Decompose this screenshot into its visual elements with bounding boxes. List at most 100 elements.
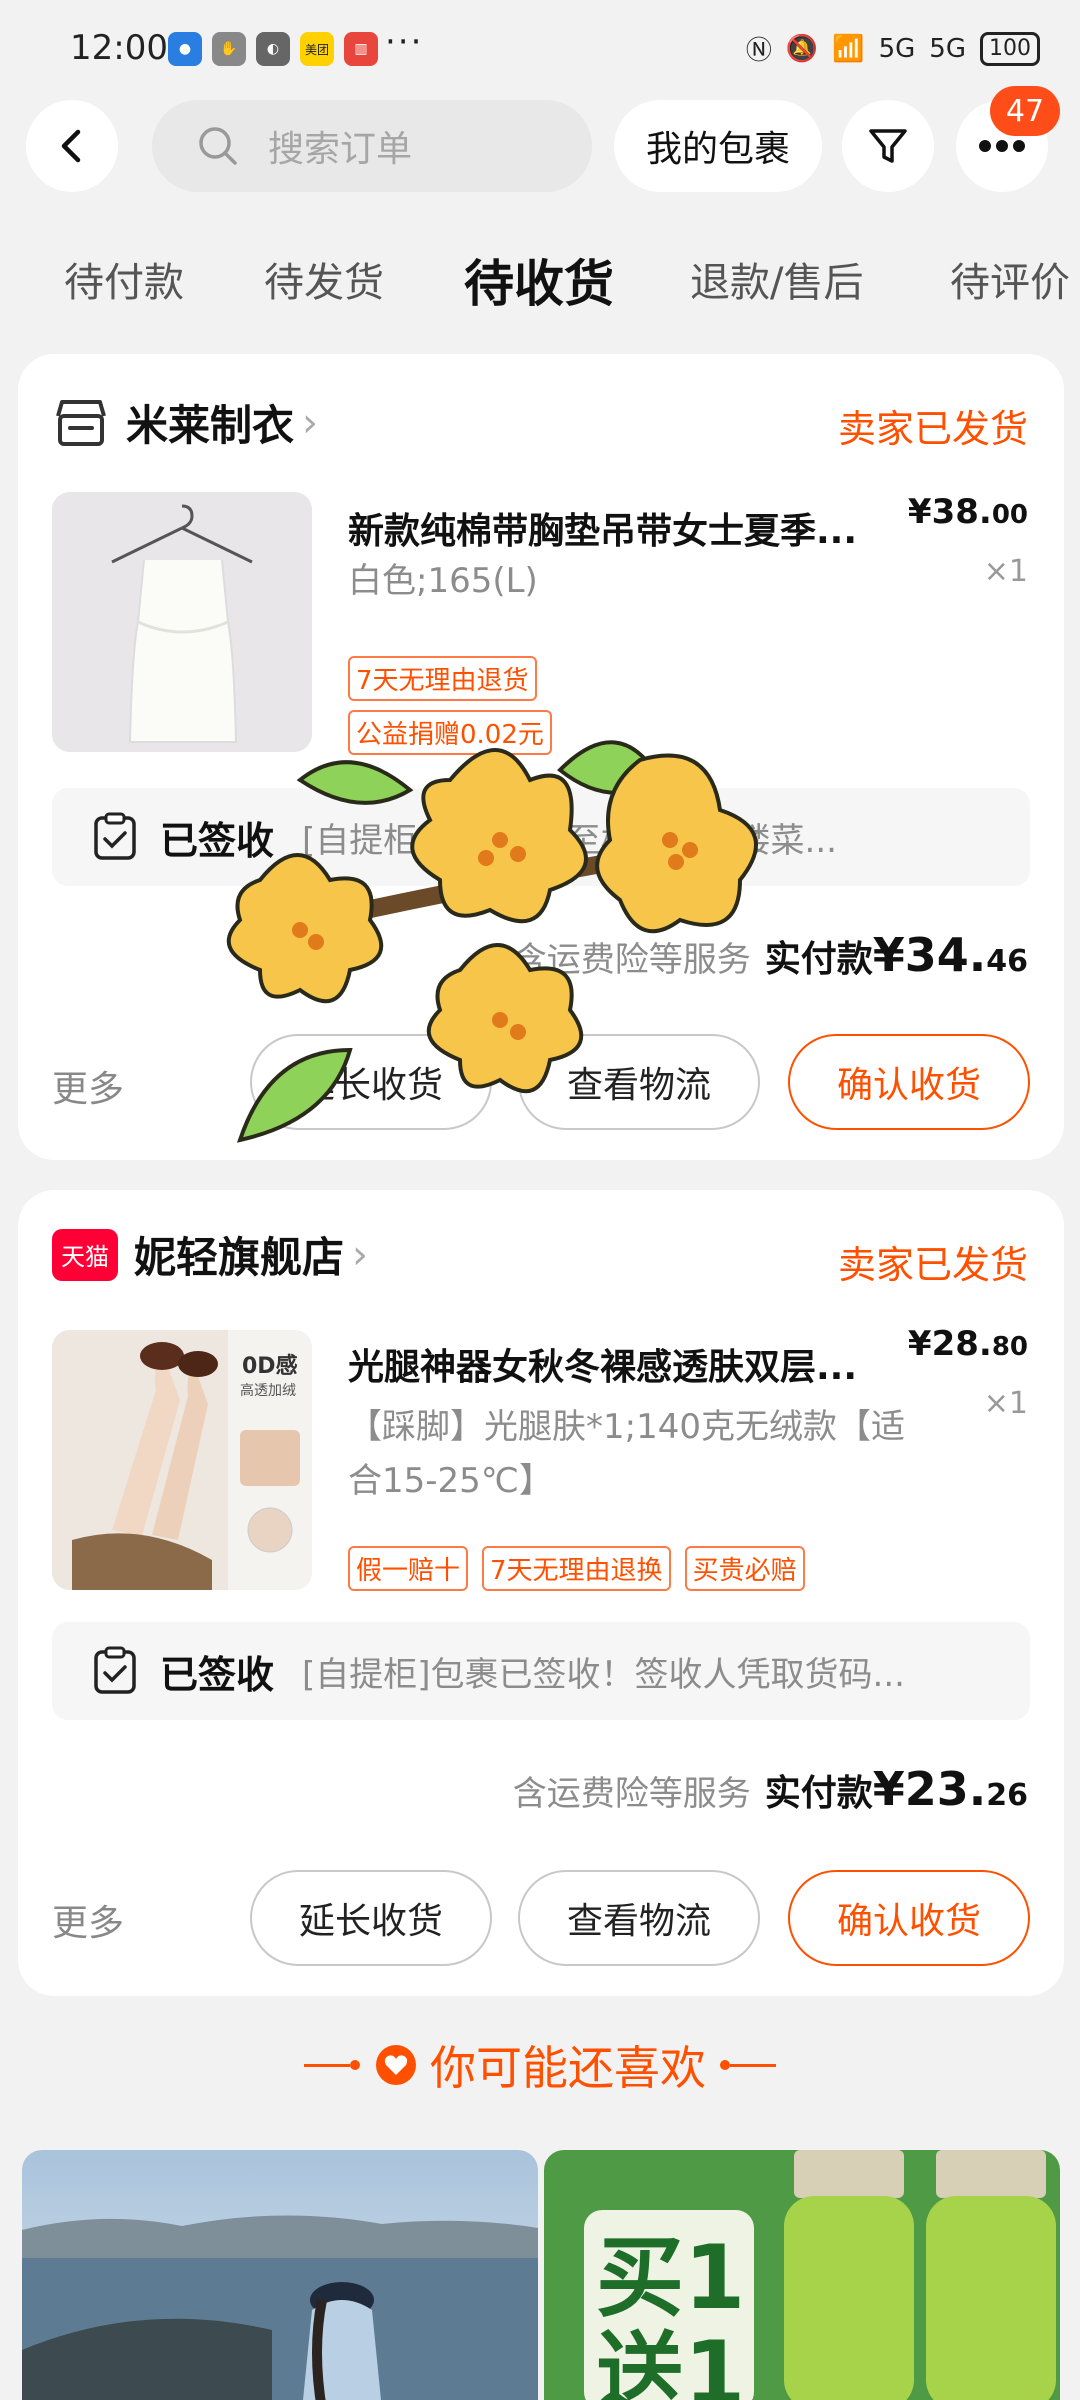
product-image[interactable] xyxy=(52,492,312,752)
order-status: 卖家已发货 xyxy=(837,407,1028,451)
shop-header[interactable]: 米莱制衣 › xyxy=(52,392,318,453)
filter-button[interactable] xyxy=(842,100,934,192)
product-quantity: ×1 xyxy=(983,1386,1028,1421)
product-title[interactable]: 光腿神器女秋冬裸感透肤双层... xyxy=(348,1338,918,1390)
shop-name: 妮轻旗舰店 xyxy=(134,1233,345,1282)
divider-dot xyxy=(720,2060,730,2070)
filter-icon xyxy=(869,129,907,163)
divider-dot xyxy=(350,2060,360,2070)
wifi-icon: 📶 xyxy=(832,33,865,64)
nfc-icon: Ⓝ xyxy=(745,36,772,66)
confirm-receipt-button[interactable]: 确认收货 xyxy=(788,1870,1030,1966)
payment-integer: ¥23. xyxy=(872,1762,987,1816)
my-package-button[interactable]: 我的包裹 xyxy=(614,100,822,192)
tab-refund-aftersale[interactable]: 退款/售后 xyxy=(690,250,863,308)
payment-decimal: 46 xyxy=(986,944,1028,979)
service-tags: 7天无理由退货 xyxy=(348,656,537,701)
order-card: 天猫 妮轻旗舰店 › 卖家已发货 0D感 高透加绒 光腿神器女秋冬裸感透肤双层.… xyxy=(18,1190,1064,1996)
search-icon xyxy=(199,127,237,165)
camisole-image xyxy=(52,492,312,752)
service-tag: 买贵必赔 xyxy=(684,1546,805,1591)
logistics-status: 已签收 xyxy=(160,1652,275,1697)
more-actions-link[interactable]: 更多 xyxy=(52,1060,124,1112)
price-decimal: 00 xyxy=(991,500,1028,530)
payment-summary: 含运费险等服务 实付款 ¥23.26 xyxy=(513,1762,1028,1816)
product-image[interactable]: 0D感 高透加绒 xyxy=(52,1330,312,1590)
view-logistics-button[interactable]: 查看物流 xyxy=(518,1034,760,1130)
confirm-receipt-button[interactable]: 确认收货 xyxy=(788,1034,1030,1130)
view-logistics-button[interactable]: 查看物流 xyxy=(518,1870,760,1966)
service-tags: 公益捐赠0.02元 xyxy=(348,710,552,755)
wechat-icon: ◐ xyxy=(256,32,290,66)
tab-pending-receipt[interactable]: 待收货 xyxy=(464,250,614,316)
back-arrow-icon xyxy=(61,129,81,163)
product-spec: 【踩脚】光腿肤*1;140克无绒款【适合15-25℃】 xyxy=(348,1407,905,1501)
clipboard-check-icon xyxy=(94,812,136,860)
mute-icon: 🔕 xyxy=(785,33,819,64)
shop-header[interactable]: 天猫 妮轻旗舰店 › xyxy=(52,1224,368,1285)
more-notifications-icon: ··· xyxy=(385,22,424,62)
order-status-tabs: 待付款 待发货 待收货 退款/售后 待评价 xyxy=(0,250,1080,320)
logistics-summary[interactable]: 已签收 [自提柜]包裹已送至校区钟萃楼菜... xyxy=(52,788,1030,886)
search-placeholder: 搜索订单 xyxy=(268,129,413,170)
shop-name: 米莱制衣 xyxy=(126,401,295,450)
back-button[interactable] xyxy=(26,100,118,192)
system-icons: Ⓝ 🔕 📶 5G 5G 100 xyxy=(746,30,1040,67)
payment-decimal: 26 xyxy=(986,1778,1028,1813)
service-tags: 假一赔十 7天无理由退换 买贵必赔 xyxy=(348,1546,805,1591)
product-title[interactable]: 新款纯棉带胸垫吊带女士夏季... xyxy=(348,502,918,554)
more-dots-icon xyxy=(979,140,1025,152)
hand-icon: ✋ xyxy=(212,32,246,66)
recommend-header: 你可能还喜欢 xyxy=(0,2032,1080,2098)
chevron-right-icon: › xyxy=(352,1231,369,1278)
seaside-photo xyxy=(22,2150,538,2400)
logistics-summary[interactable]: 已签收 [自提柜]包裹已签收！签收人凭取货码... xyxy=(52,1622,1030,1720)
notification-icons: ● ✋ ◐ 美团 ▥ xyxy=(168,32,378,66)
clipboard-check-icon xyxy=(94,1646,136,1694)
chevron-right-icon: › xyxy=(302,399,319,446)
price-decimal: 80 xyxy=(991,1332,1028,1362)
product-quantity: ×1 xyxy=(983,554,1028,589)
store-icon xyxy=(56,399,106,446)
service-tag: 7天无理由退换 xyxy=(482,1546,671,1591)
search-input[interactable]: 搜索订单 xyxy=(152,100,592,192)
payment-amount: ¥34.46 xyxy=(873,928,1028,982)
product-price: ¥38.00 xyxy=(908,492,1028,532)
clock: 12:00 xyxy=(70,28,168,68)
payment-note: 含运费险等服务 xyxy=(512,1774,751,1814)
battery-icon: 100 xyxy=(980,31,1040,66)
payment-note: 含运费险等服务 xyxy=(512,940,751,980)
meituan-icon: 美团 xyxy=(300,32,334,66)
order-card: 米莱制衣 › 卖家已发货 新款纯棉带胸垫吊带女士夏季... ¥38.00 ×1 … xyxy=(18,354,1064,1160)
tab-pending-review[interactable]: 待评价 xyxy=(950,250,1070,308)
recommend-title: 你可能还喜欢 xyxy=(430,2041,706,2095)
product-price: ¥28.80 xyxy=(908,1324,1028,1364)
service-tag: 公益捐赠0.02元 xyxy=(348,710,552,755)
tab-pending-payment[interactable]: 待付款 xyxy=(64,250,184,308)
signal-icon-2: 5G xyxy=(929,33,966,64)
logistics-status: 已签收 xyxy=(160,818,275,863)
tmall-badge-icon: 天猫 xyxy=(52,1228,118,1281)
payment-summary: 含运费险等服务 实付款 ¥34.46 xyxy=(513,928,1028,982)
payment-label: 实付款 xyxy=(764,1773,873,1814)
extend-receipt-button[interactable]: 延长收货 xyxy=(250,1034,492,1130)
service-tag: 假一赔十 xyxy=(348,1546,469,1591)
recommend-item[interactable]: 买1送1 xyxy=(544,2150,1060,2400)
heart-icon xyxy=(376,2045,416,2085)
payment-label: 实付款 xyxy=(764,939,873,980)
service-tag: 7天无理由退货 xyxy=(348,656,537,701)
status-bar: 12:00 ● ✋ ◐ 美团 ▥ ··· Ⓝ 🔕 📶 5G 5G 100 xyxy=(0,0,1080,100)
divider xyxy=(730,2063,776,2067)
top-bar: 搜索订单 我的包裹 47 xyxy=(0,86,1080,200)
price-integer: ¥28. xyxy=(907,1324,992,1364)
signal-icon-1: 5G xyxy=(878,33,916,64)
divider xyxy=(304,2063,350,2067)
recommend-item[interactable] xyxy=(22,2150,538,2400)
app-icon: ● xyxy=(168,32,202,66)
logistics-detail: [自提柜]包裹已送至校区钟萃楼菜... xyxy=(302,820,837,861)
order-status: 卖家已发货 xyxy=(837,1243,1028,1287)
logistics-detail: [自提柜]包裹已签收！签收人凭取货码... xyxy=(302,1654,905,1695)
tab-pending-shipment[interactable]: 待发货 xyxy=(264,250,384,308)
more-actions-link[interactable]: 更多 xyxy=(52,1894,124,1946)
extend-receipt-button[interactable]: 延长收货 xyxy=(250,1870,492,1966)
